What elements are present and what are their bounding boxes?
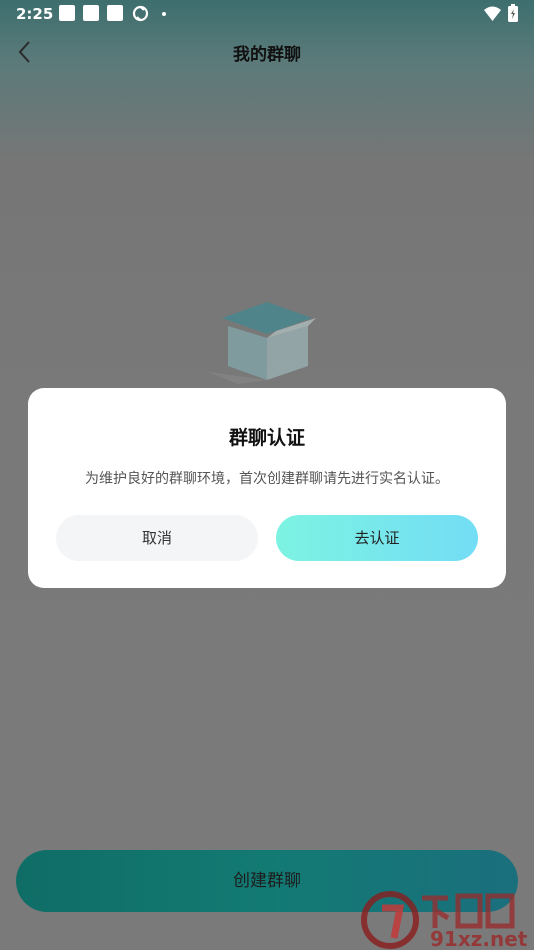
- verification-dialog: 群聊认证 为维护良好的群聊环境，首次创建群聊请先进行实名认证。 取消 去认证: [28, 388, 506, 588]
- dialog-title: 群聊认证: [228, 427, 305, 449]
- go-verify-button[interactable]: 去认证: [276, 515, 478, 561]
- dialog-message: 为维护良好的群聊环境，首次创建群聊请先进行实名认证。: [85, 471, 449, 487]
- app-screen: 2:25 我的群聊 创建群聊 91xz.net 群聊认证 为维护良好的群聊环境，…: [0, 0, 534, 950]
- cancel-button[interactable]: 取消: [56, 515, 258, 561]
